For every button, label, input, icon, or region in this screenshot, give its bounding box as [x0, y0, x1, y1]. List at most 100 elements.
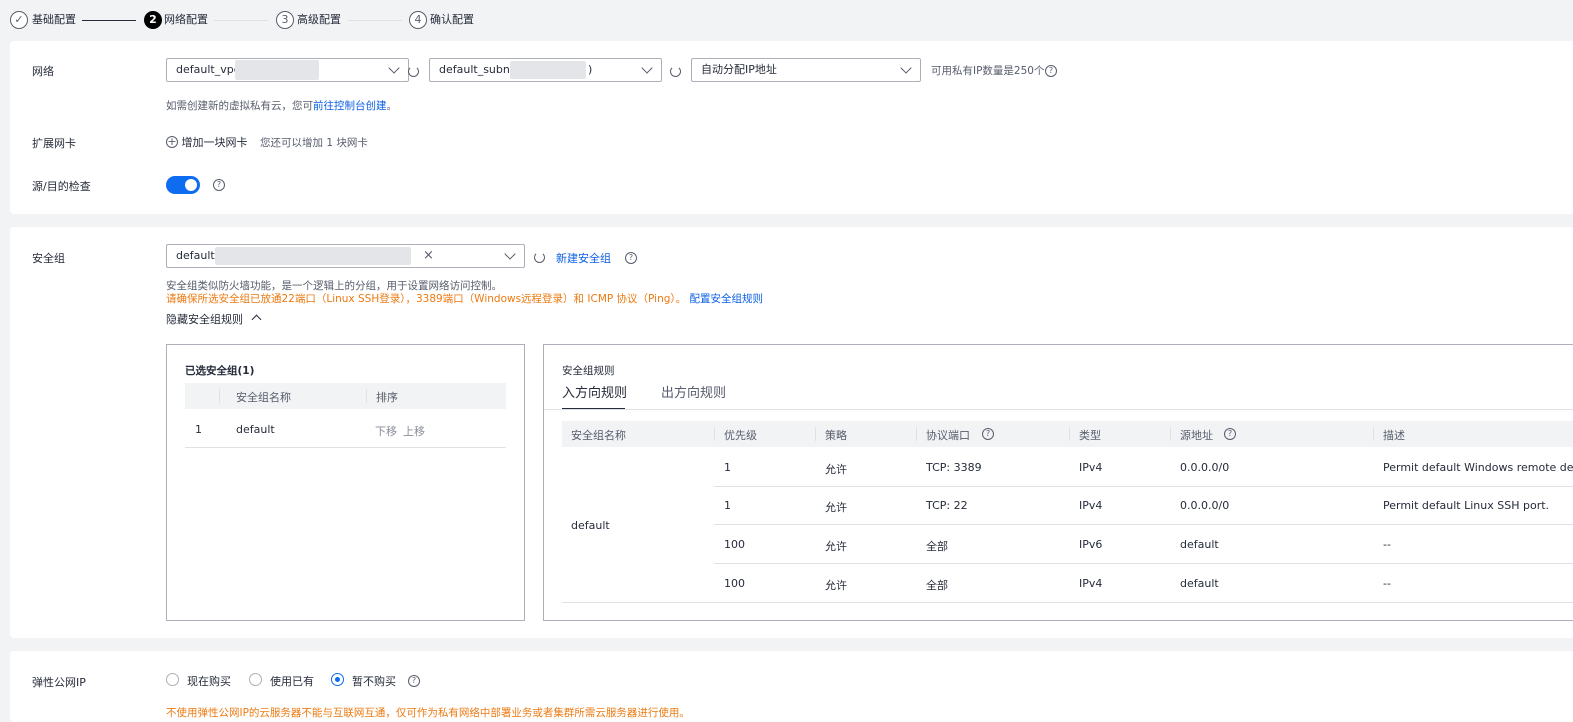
step-3-label: 高级配置	[297, 13, 341, 26]
rule-type: IPv4	[1079, 499, 1103, 512]
selected-groups-header	[185, 383, 506, 409]
row-group-name: default	[236, 423, 275, 436]
subnet-suffix: )	[588, 63, 593, 76]
stepper: ✓ 基础配置 2 网络配置 3 高级配置 4 确认配置	[0, 0, 1573, 40]
chevron-down-icon	[388, 62, 400, 74]
network-hint-suffix: 。	[386, 100, 398, 112]
ip-assign-value: 自动分配IP地址	[701, 63, 777, 76]
rule-group-name: default	[571, 519, 610, 532]
security-group-value: default(	[176, 249, 219, 262]
move-down-button[interactable]: 下移	[375, 423, 397, 439]
column-divider	[815, 427, 816, 441]
rule-description: Permit default Windows remote des...	[1383, 461, 1573, 474]
tab-outbound[interactable]: 出方向规则	[661, 382, 726, 401]
rule-port: TCP: 22	[926, 499, 968, 512]
help-icon[interactable]: ?	[982, 428, 994, 440]
rule-source-link[interactable]: default	[1180, 577, 1219, 590]
rule-source: 0.0.0.0/0	[1180, 499, 1230, 512]
row-divider	[714, 563, 1573, 564]
chevron-up-icon	[251, 314, 261, 325]
add-nic-hint: 您还可以增加 1 块网卡	[260, 137, 368, 149]
security-group-select[interactable]: default( ×	[166, 244, 525, 268]
rule-priority: 1	[724, 461, 731, 474]
selected-groups-panel: 已选安全组(1) 安全组名称 排序 1 default 下移 上移	[166, 344, 525, 621]
toggle-knob	[185, 179, 197, 191]
security-group-warning: 请确保所选安全组已放通22端口（Linux SSH登录），3389端口（Wind…	[166, 291, 763, 306]
eip-warning: 不使用弹性公网IP的云服务器不能与互联网互通，仅可作为私有网络中部署业务或者集群…	[166, 707, 690, 719]
clear-icon[interactable]: ×	[423, 245, 434, 267]
column-divider	[1170, 427, 1171, 441]
add-nic-label: 增加一块网卡	[181, 136, 248, 149]
nic-label: 扩展网卡	[32, 137, 76, 150]
col-order: 排序	[376, 391, 398, 404]
row-divider	[562, 602, 1573, 603]
radio-not-buy[interactable]	[331, 673, 344, 686]
chevron-down-icon	[504, 248, 516, 260]
rules-title: 安全组规则	[562, 365, 615, 377]
column-divider	[366, 389, 367, 403]
help-icon[interactable]: ?	[213, 179, 225, 191]
help-icon[interactable]: ?	[1224, 428, 1236, 440]
vpc-select[interactable]: default_vpc	[166, 58, 409, 82]
radio-not-buy-label[interactable]: 暂不购买	[352, 673, 396, 689]
rule-type: IPv6	[1079, 538, 1103, 551]
radio-use-existing[interactable]	[249, 673, 262, 686]
toggle-rules-label: 隐藏安全组规则	[166, 313, 243, 326]
eip-card: 弹性公网IP 现在购买 使用已有 暂不购买 ? 不使用弹性公网IP的云服务器不能…	[10, 651, 1573, 722]
ip-assign-select[interactable]: 自动分配IP地址	[691, 58, 921, 82]
rule-policy: 允许	[825, 501, 847, 514]
col-description: 描述	[1383, 429, 1405, 442]
refresh-icon[interactable]	[408, 66, 419, 77]
step-connector	[214, 20, 268, 21]
row-divider	[714, 486, 1573, 487]
rule-description: --	[1383, 538, 1391, 551]
rule-port: TCP: 3389	[926, 461, 982, 474]
move-up-button[interactable]: 上移	[403, 423, 425, 439]
rule-type: IPv4	[1079, 577, 1103, 590]
tab-inbound[interactable]: 入方向规则	[562, 382, 627, 401]
console-create-link[interactable]: 前往控制台创建	[313, 100, 387, 112]
subnet-select[interactable]: default_subnet( )	[429, 58, 662, 82]
configure-rules-link[interactable]: 配置安全组规则	[689, 293, 763, 305]
column-divider	[1373, 427, 1374, 441]
help-icon[interactable]: ?	[625, 252, 637, 264]
col-priority: 优先级	[724, 429, 757, 442]
chevron-down-icon	[641, 62, 653, 74]
radio-buy-now[interactable]	[166, 673, 179, 686]
src-dst-toggle[interactable]	[166, 176, 200, 194]
col-source: 源地址	[1180, 429, 1213, 442]
radio-use-existing-label[interactable]: 使用已有	[270, 673, 314, 689]
rule-policy: 允许	[825, 579, 847, 592]
network-label: 网络	[32, 65, 54, 78]
step-4-number: 4	[409, 11, 427, 29]
step-3-number: 3	[276, 11, 294, 29]
step-connector	[348, 20, 402, 21]
rule-policy: 允许	[825, 540, 847, 553]
step-1-label[interactable]: 基础配置	[32, 11, 76, 29]
row-index: 1	[195, 423, 202, 436]
new-security-group-link[interactable]: 新建安全组	[556, 250, 611, 266]
radio-buy-now-label[interactable]: 现在购买	[187, 673, 231, 689]
step-4-label: 确认配置	[430, 13, 474, 26]
check-icon: ✓	[10, 11, 28, 29]
col-group-name: 安全组名称	[236, 391, 291, 404]
vpc-value: default_vpc	[176, 63, 240, 76]
toggle-rules-button[interactable]: 隐藏安全组规则	[166, 311, 261, 327]
column-divider	[219, 389, 220, 403]
tab-divider	[544, 409, 1573, 410]
network-card: 网络 default_vpc default_subnet( ) 自动分配IP地…	[10, 41, 1573, 214]
redacted-block	[235, 60, 319, 80]
col-rule-group-name: 安全组名称	[571, 429, 626, 442]
refresh-icon[interactable]	[534, 252, 545, 263]
help-icon[interactable]: ?	[408, 675, 420, 687]
col-policy: 策略	[825, 429, 847, 442]
column-divider	[916, 427, 917, 441]
refresh-icon[interactable]	[670, 66, 681, 77]
rule-source-link[interactable]: default	[1180, 538, 1219, 551]
add-nic-button[interactable]: + 增加一块网卡	[166, 134, 248, 150]
help-icon[interactable]: ?	[1045, 65, 1057, 77]
step-2-number: 2	[144, 11, 162, 29]
rule-description: Permit default Linux SSH port.	[1383, 499, 1550, 512]
plus-circle-icon: +	[166, 135, 178, 148]
network-hint-prefix: 如需创建新的虚拟私有云，您可	[166, 100, 313, 112]
